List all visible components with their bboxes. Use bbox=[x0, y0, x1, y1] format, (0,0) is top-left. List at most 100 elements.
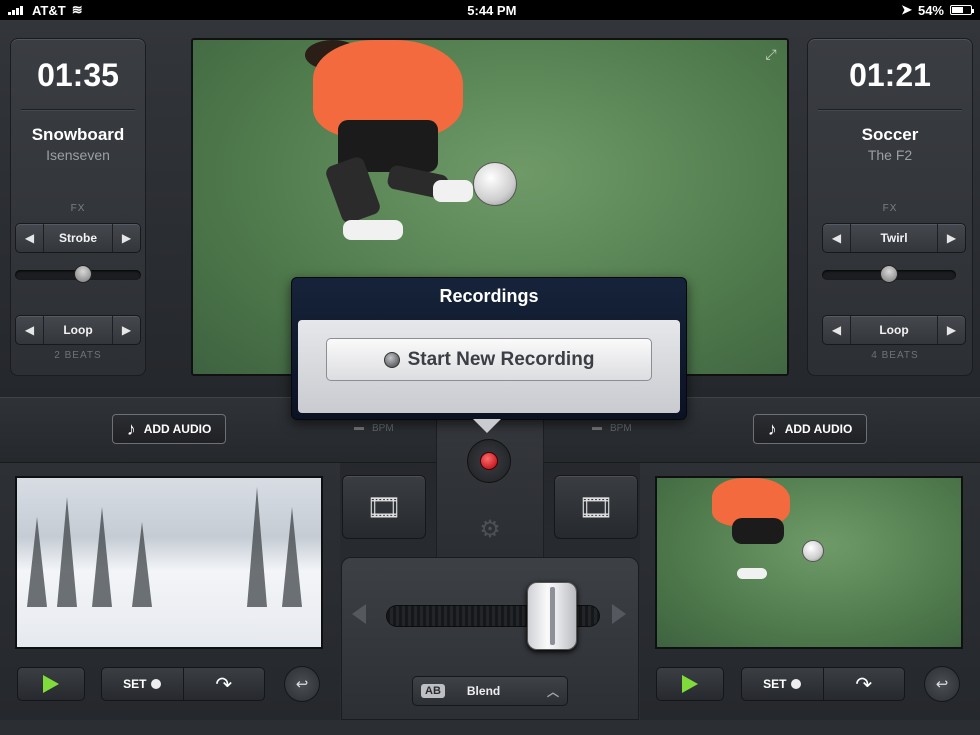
right-track-artist: The F2 bbox=[867, 147, 913, 163]
left-deck-time: 01:35 bbox=[37, 57, 119, 93]
film-music-icon: 🎞 bbox=[578, 491, 614, 523]
play-icon bbox=[43, 675, 59, 693]
right-play-button[interactable] bbox=[656, 667, 724, 701]
status-bar: AT&T ≋ 5:44 PM ➤ 54% bbox=[0, 0, 980, 20]
expand-icon[interactable]: ⤢ bbox=[763, 46, 779, 62]
battery-percent: 54% bbox=[917, 2, 944, 18]
tree bbox=[57, 497, 77, 607]
right-fx-prev-button[interactable]: ◀ bbox=[823, 224, 851, 252]
left-loop-value: Loop bbox=[63, 323, 93, 337]
recordings-body: Start New Recording bbox=[298, 320, 680, 413]
right-track-title: Soccer bbox=[861, 125, 919, 144]
left-track-title: Snowboard bbox=[31, 125, 125, 144]
right-media-library-button[interactable]: 🎞 bbox=[554, 475, 638, 539]
right-fx-slider-knob[interactable] bbox=[880, 265, 898, 283]
music-note-icon: ♪ bbox=[126, 419, 136, 439]
right-set-cue-button[interactable]: SET bbox=[742, 668, 824, 700]
right-jump-to-cue-button[interactable]: ↷ bbox=[824, 668, 905, 700]
record-button[interactable] bbox=[467, 439, 511, 483]
record-indicator-icon bbox=[383, 351, 400, 368]
player-shorts bbox=[732, 518, 784, 544]
film-music-icon: 🎞 bbox=[366, 491, 402, 523]
jump-arrow-icon: ↷ bbox=[855, 673, 873, 696]
cue-dot-icon bbox=[151, 679, 162, 689]
start-new-recording-button[interactable]: Start New Recording bbox=[326, 338, 652, 381]
tree bbox=[282, 507, 302, 607]
divider bbox=[21, 109, 135, 110]
tree bbox=[132, 522, 152, 607]
tree bbox=[247, 487, 267, 607]
record-dot-icon bbox=[480, 452, 498, 470]
jump-arrow-icon: ↷ bbox=[215, 673, 233, 696]
left-add-audio-button[interactable]: ♪ ADD AUDIO bbox=[112, 414, 226, 444]
left-cue-return-button[interactable]: ↩ bbox=[284, 666, 320, 702]
right-loop-selector: ◀ Loop ▶ bbox=[822, 315, 966, 345]
left-loop-prev-button[interactable]: ◀ bbox=[16, 316, 44, 344]
left-set-label: SET bbox=[123, 677, 147, 691]
left-media-library-button[interactable]: 🎞 bbox=[342, 475, 426, 539]
soccer-ball bbox=[473, 162, 517, 206]
right-set-label: SET bbox=[763, 677, 787, 691]
divider bbox=[818, 109, 962, 110]
crossfader-left-arrow-icon bbox=[352, 604, 366, 624]
battery-icon bbox=[950, 5, 974, 15]
right-deck-panel: 01:21 Soccer The F2 FX ◀ Twirl ▶ ◀ Loop … bbox=[807, 38, 973, 376]
left-loop-next-button[interactable]: ▶ bbox=[112, 316, 140, 344]
left-set-cue-button[interactable]: SET bbox=[102, 668, 184, 700]
signal-icon bbox=[8, 5, 26, 15]
left-fx-value: Strobe bbox=[58, 231, 97, 245]
bpm-dash bbox=[592, 427, 602, 430]
player-shoe bbox=[433, 180, 473, 202]
right-add-audio-button[interactable]: ♪ ADD AUDIO bbox=[753, 414, 867, 444]
left-deck-panel: 01:35 Snowboard Isenseven FX ◀ Strobe ▶ … bbox=[10, 38, 146, 376]
left-track-artist: Isenseven bbox=[46, 147, 110, 163]
right-bpm-label: BPM bbox=[610, 423, 632, 434]
clock: 5:44 PM bbox=[467, 2, 517, 18]
left-play-button[interactable] bbox=[17, 667, 85, 701]
right-fx-slider[interactable] bbox=[822, 265, 956, 283]
bpm-dash bbox=[354, 427, 364, 430]
right-loop-prev-button[interactable]: ◀ bbox=[823, 316, 851, 344]
tree bbox=[27, 517, 47, 607]
blend-mode-selector[interactable]: AB Blend ︿ bbox=[412, 676, 568, 706]
soccer-ball bbox=[802, 540, 824, 562]
right-deck-video-thumbnail[interactable] bbox=[655, 476, 963, 649]
right-fx-value: Twirl bbox=[880, 231, 908, 245]
carrier-label: AT&T bbox=[32, 2, 66, 18]
left-deck-video-thumbnail[interactable] bbox=[15, 476, 323, 649]
right-loop-value: Loop bbox=[879, 323, 909, 337]
wifi-icon: ≋ bbox=[71, 2, 83, 17]
crossfader-right-arrow-icon bbox=[612, 604, 626, 624]
right-loop-next-button[interactable]: ▶ bbox=[937, 316, 965, 344]
recordings-popover: Recordings Start New Recording bbox=[291, 277, 687, 433]
right-fx-selector: ◀ Twirl ▶ bbox=[822, 223, 966, 253]
left-add-audio-label: ADD AUDIO bbox=[143, 422, 212, 436]
left-fx-next-button[interactable]: ▶ bbox=[112, 224, 140, 252]
left-fx-label: FX bbox=[70, 203, 86, 214]
ab-badge: AB bbox=[421, 684, 445, 698]
chevron-up-icon: ︿ bbox=[546, 684, 559, 699]
left-fx-slider[interactable] bbox=[15, 265, 141, 283]
crossfader-knob[interactable] bbox=[527, 582, 577, 650]
left-cue-controls: SET ↷ bbox=[101, 667, 265, 701]
left-jump-to-cue-button[interactable]: ↷ bbox=[184, 668, 265, 700]
player-shoe bbox=[343, 220, 403, 240]
gear-icon[interactable]: ⚙ bbox=[478, 518, 502, 542]
location-icon: ➤ bbox=[901, 2, 912, 17]
left-beats-label: 2 BEATS bbox=[54, 350, 102, 361]
left-fx-slider-knob[interactable] bbox=[74, 265, 92, 283]
right-fx-label: FX bbox=[882, 203, 898, 214]
play-icon bbox=[682, 675, 698, 693]
tree bbox=[92, 507, 112, 607]
left-bpm-readout: BPM bbox=[354, 423, 394, 434]
right-bpm-readout: BPM bbox=[592, 423, 632, 434]
right-fx-next-button[interactable]: ▶ bbox=[937, 224, 965, 252]
start-new-recording-label: Start New Recording bbox=[407, 348, 595, 370]
recordings-title: Recordings bbox=[439, 286, 539, 306]
return-cue-icon: ↩ bbox=[295, 676, 309, 693]
right-deck-time: 01:21 bbox=[849, 57, 931, 93]
right-cue-return-button[interactable]: ↩ bbox=[924, 666, 960, 702]
right-add-audio-label: ADD AUDIO bbox=[784, 422, 853, 436]
music-note-icon: ♪ bbox=[767, 419, 777, 439]
left-fx-prev-button[interactable]: ◀ bbox=[16, 224, 44, 252]
